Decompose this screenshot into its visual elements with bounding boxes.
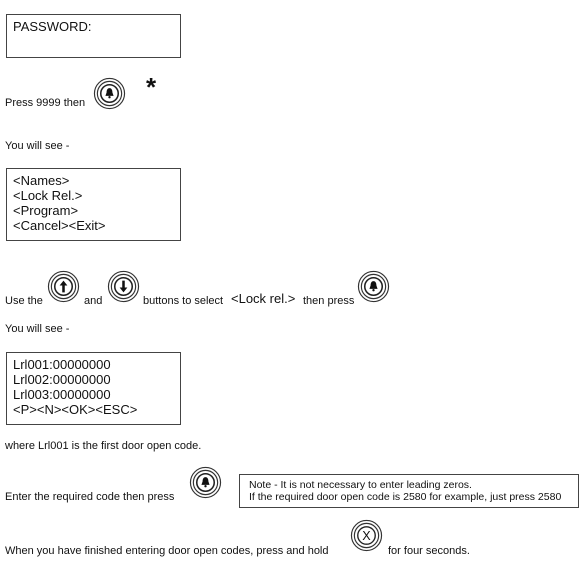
- password-label: PASSWORD:: [13, 19, 92, 34]
- lock-rel-line-3: Lrl003:00000000: [13, 387, 111, 402]
- down-arrow-icon: [107, 270, 140, 303]
- note-line-2: If the required door open code is 2580 f…: [249, 491, 562, 503]
- menu-display: <Names> <Lock Rel.> <Program> <Cancel><E…: [6, 168, 181, 241]
- lock-rel-display: Lrl001:00000000 Lrl002:00000000 Lrl003:0…: [6, 352, 181, 425]
- step2-selection: <Lock rel.>: [231, 291, 296, 306]
- step1-text: Press 9999 then: [5, 97, 86, 109]
- bell-icon: [357, 270, 390, 303]
- up-arrow-button[interactable]: [47, 270, 80, 303]
- you-will-see-label-1: You will see -: [5, 140, 70, 152]
- lock-rel-nav-line: <P><N><OK><ESC>: [13, 402, 138, 417]
- menu-line-program: <Program>: [13, 203, 79, 218]
- up-arrow-icon: [47, 270, 80, 303]
- x-glyph: X: [362, 529, 371, 543]
- down-arrow-button[interactable]: [107, 270, 140, 303]
- bell-button[interactable]: [93, 77, 126, 110]
- lock-rel-line-1: Lrl001:00000000: [13, 357, 111, 372]
- password-display: PASSWORD:: [6, 14, 181, 58]
- step3-text: Enter the required code then press: [5, 491, 175, 503]
- explanation-text: where Lrl001 is the first door open code…: [5, 440, 202, 452]
- bell-button[interactable]: [189, 466, 222, 499]
- lock-rel-line-2: Lrl002:00000000: [13, 372, 111, 387]
- menu-line-cancel-exit: <Cancel><Exit>: [13, 218, 106, 233]
- note-line-1: Note - It is not necessary to enter lead…: [249, 479, 472, 491]
- step2-then-press: then press: [303, 295, 355, 307]
- bell-icon: [93, 77, 126, 110]
- menu-line-names: <Names>: [13, 173, 70, 188]
- step2-and: and: [84, 295, 103, 307]
- step4-before: When you have finished entering door ope…: [5, 545, 329, 557]
- x-cancel-icon: X: [350, 519, 383, 552]
- bell-icon: [189, 466, 222, 499]
- note-box: Note - It is not necessary to enter lead…: [239, 474, 579, 508]
- asterisk-mark: *: [146, 72, 157, 102]
- step2-use-the: Use the: [5, 295, 43, 307]
- step4-after: for four seconds.: [388, 545, 470, 557]
- you-will-see-label-2: You will see -: [5, 323, 70, 335]
- menu-line-lock-rel: <Lock Rel.>: [13, 188, 83, 203]
- x-cancel-button[interactable]: X: [350, 519, 383, 552]
- bell-button[interactable]: [357, 270, 390, 303]
- step2-buttons-to-select: buttons to select: [143, 295, 224, 307]
